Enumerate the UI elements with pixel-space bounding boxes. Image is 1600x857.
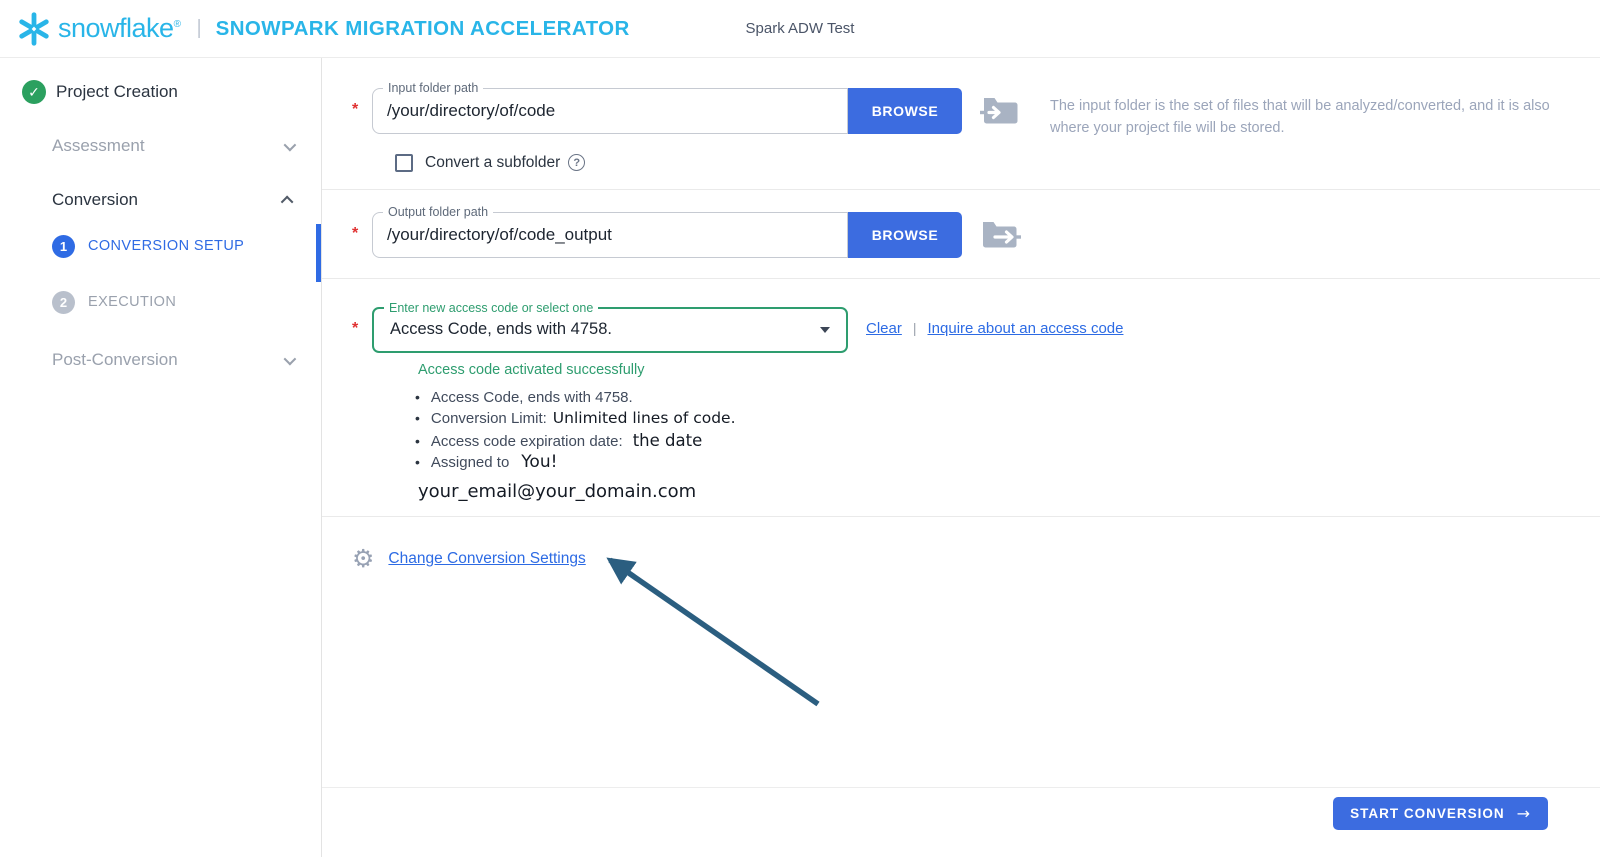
check-circle-icon: ✓ xyxy=(22,80,46,104)
browse-output-button[interactable]: BROWSE xyxy=(848,212,962,258)
input-folder-label: Input folder path xyxy=(383,81,483,95)
sidebar-item-label: Conversion xyxy=(52,190,138,210)
assigned-to-value: You! xyxy=(521,452,557,474)
input-folder-helper-text: The input folder is the set of files tha… xyxy=(1050,88,1570,140)
required-marker: * xyxy=(352,307,372,338)
app-window: snowflake® | SNOWPARK MIGRATION ACCELERA… xyxy=(0,0,1600,857)
header-divider: | xyxy=(196,17,201,40)
sidebar-item-assessment[interactable]: Assessment xyxy=(22,132,297,160)
folder-output-icon xyxy=(980,212,1022,256)
app-header: snowflake® | SNOWPARK MIGRATION ACCELERA… xyxy=(0,0,1600,58)
folder-input-icon xyxy=(980,88,1020,132)
clear-link[interactable]: Clear xyxy=(866,320,902,337)
brand-wordmark: snowflake® xyxy=(58,13,180,44)
list-item: Access code expiration date: the date xyxy=(415,430,1600,453)
assigned-email: your_email@your_domain.com xyxy=(418,481,1600,502)
input-folder-field-wrap: Input folder path xyxy=(372,88,848,134)
access-code-selected-value: Access Code, ends with 4758. xyxy=(390,320,820,339)
chevron-up-icon xyxy=(281,195,294,208)
sidebar-item-label: Post-Conversion xyxy=(52,350,178,370)
active-step-indicator xyxy=(316,224,321,282)
output-folder-label: Output folder path xyxy=(383,205,493,219)
sidebar-item-label: EXECUTION xyxy=(88,294,176,310)
chevron-down-icon xyxy=(284,352,297,365)
inquire-access-code-link[interactable]: Inquire about an access code xyxy=(928,320,1124,337)
input-folder-section: * Input folder path BROWSE xyxy=(322,58,1600,189)
snowflake-logo: snowflake® xyxy=(16,11,180,47)
expiration-date-value: the date xyxy=(633,430,703,452)
access-code-section: * Enter new access code or select one Ac… xyxy=(322,279,1600,516)
sidebar-item-execution[interactable]: 2 EXECUTION xyxy=(22,288,297,316)
dropdown-caret-icon xyxy=(820,327,830,333)
list-item: Assigned to You! xyxy=(415,452,1600,474)
gear-icon[interactable]: ⚙ xyxy=(352,547,374,571)
sidebar-item-project-creation[interactable]: ✓ Project Creation xyxy=(22,78,297,106)
conversion-settings-row: ⚙ Change Conversion Settings xyxy=(352,547,1600,571)
output-folder-field-wrap: Output folder path xyxy=(372,212,848,258)
access-code-label: Enter new access code or select one xyxy=(384,301,598,315)
required-marker: * xyxy=(352,212,372,243)
sidebar-nav: ✓ Project Creation Assessment Conversion… xyxy=(0,58,322,857)
help-icon[interactable]: ? xyxy=(568,154,585,171)
access-code-details-list: Access Code, ends with 4758. Conversion … xyxy=(415,387,1600,474)
sidebar-item-conversion-setup[interactable]: 1 CONVERSION SETUP xyxy=(22,232,297,260)
start-conversion-button[interactable]: START CONVERSION → xyxy=(1333,797,1548,830)
main-footer: START CONVERSION → xyxy=(322,787,1600,830)
sidebar-item-label: CONVERSION SETUP xyxy=(88,238,244,254)
list-item: Access Code, ends with 4758. xyxy=(415,387,1600,409)
sidebar-item-conversion[interactable]: Conversion xyxy=(22,186,297,214)
output-folder-section: * Output folder path BROWSE xyxy=(322,190,1600,278)
convert-subfolder-label: Convert a subfolder xyxy=(425,154,560,172)
sidebar-item-label: Project Creation xyxy=(56,82,178,102)
step-2-badge: 2 xyxy=(52,291,75,314)
chevron-down-icon xyxy=(284,138,297,151)
app-title: SNOWPARK MIGRATION ACCELERATOR xyxy=(216,17,630,41)
main-content: * Input folder path BROWSE xyxy=(322,58,1600,857)
change-conversion-settings-link[interactable]: Change Conversion Settings xyxy=(388,550,585,568)
list-item: Conversion Limit: Unlimited lines of cod… xyxy=(415,408,1600,430)
browse-input-button[interactable]: BROWSE xyxy=(848,88,962,134)
convert-subfolder-checkbox[interactable] xyxy=(395,154,413,172)
step-1-badge: 1 xyxy=(52,235,75,258)
link-separator: | xyxy=(913,320,917,336)
output-folder-path-input[interactable] xyxy=(373,225,847,245)
sidebar-item-label: Assessment xyxy=(52,136,145,156)
required-marker: * xyxy=(352,88,372,119)
section-divider xyxy=(322,516,1600,517)
sidebar-item-post-conversion[interactable]: Post-Conversion xyxy=(22,346,297,374)
access-code-select[interactable]: Enter new access code or select one Acce… xyxy=(372,307,848,353)
access-code-status-message: Access code activated successfully xyxy=(418,362,1600,378)
input-folder-path-input[interactable] xyxy=(373,101,847,121)
registered-mark: ® xyxy=(174,19,181,30)
arrow-right-icon: → xyxy=(1517,804,1531,823)
conversion-limit-value: Unlimited lines of code. xyxy=(553,408,736,430)
snowflake-icon xyxy=(16,11,52,47)
